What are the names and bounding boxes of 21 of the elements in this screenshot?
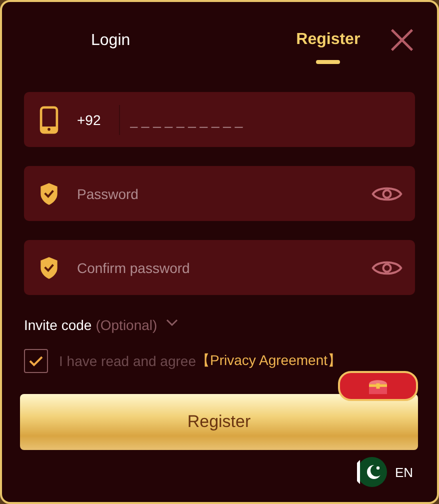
password-input[interactable]: Password [77,186,371,202]
register-button[interactable]: Register [20,394,418,450]
agreement-text: I have read and agree [59,353,196,369]
tab[interactable]: Login [91,31,130,51]
checkbox[interactable] [24,349,48,373]
invite-code-label[interactable]: Invite code [24,317,92,333]
phone-number-input[interactable]: _ _ _ _ _ _ _ _ _ _ [130,112,403,128]
close-icon[interactable] [390,28,414,52]
active-tab-indicator [316,60,340,64]
country-code[interactable]: +92 [77,112,101,128]
password-input[interactable]: Confirm password [77,260,371,276]
gift-badge[interactable] [338,371,418,401]
language-label[interactable]: EN [394,464,413,480]
optional-hint: (Optional) [96,317,158,333]
check-icon [29,355,43,367]
privacy-agreement-link[interactable]: 【Privacy Agreement】 [196,352,342,370]
chevron-down-icon[interactable] [166,318,178,326]
pakistan-flag-icon[interactable] [356,457,387,487]
tab[interactable]: Register [296,30,360,64]
phone-icon [39,106,59,134]
treasure-chest-icon [367,377,389,395]
